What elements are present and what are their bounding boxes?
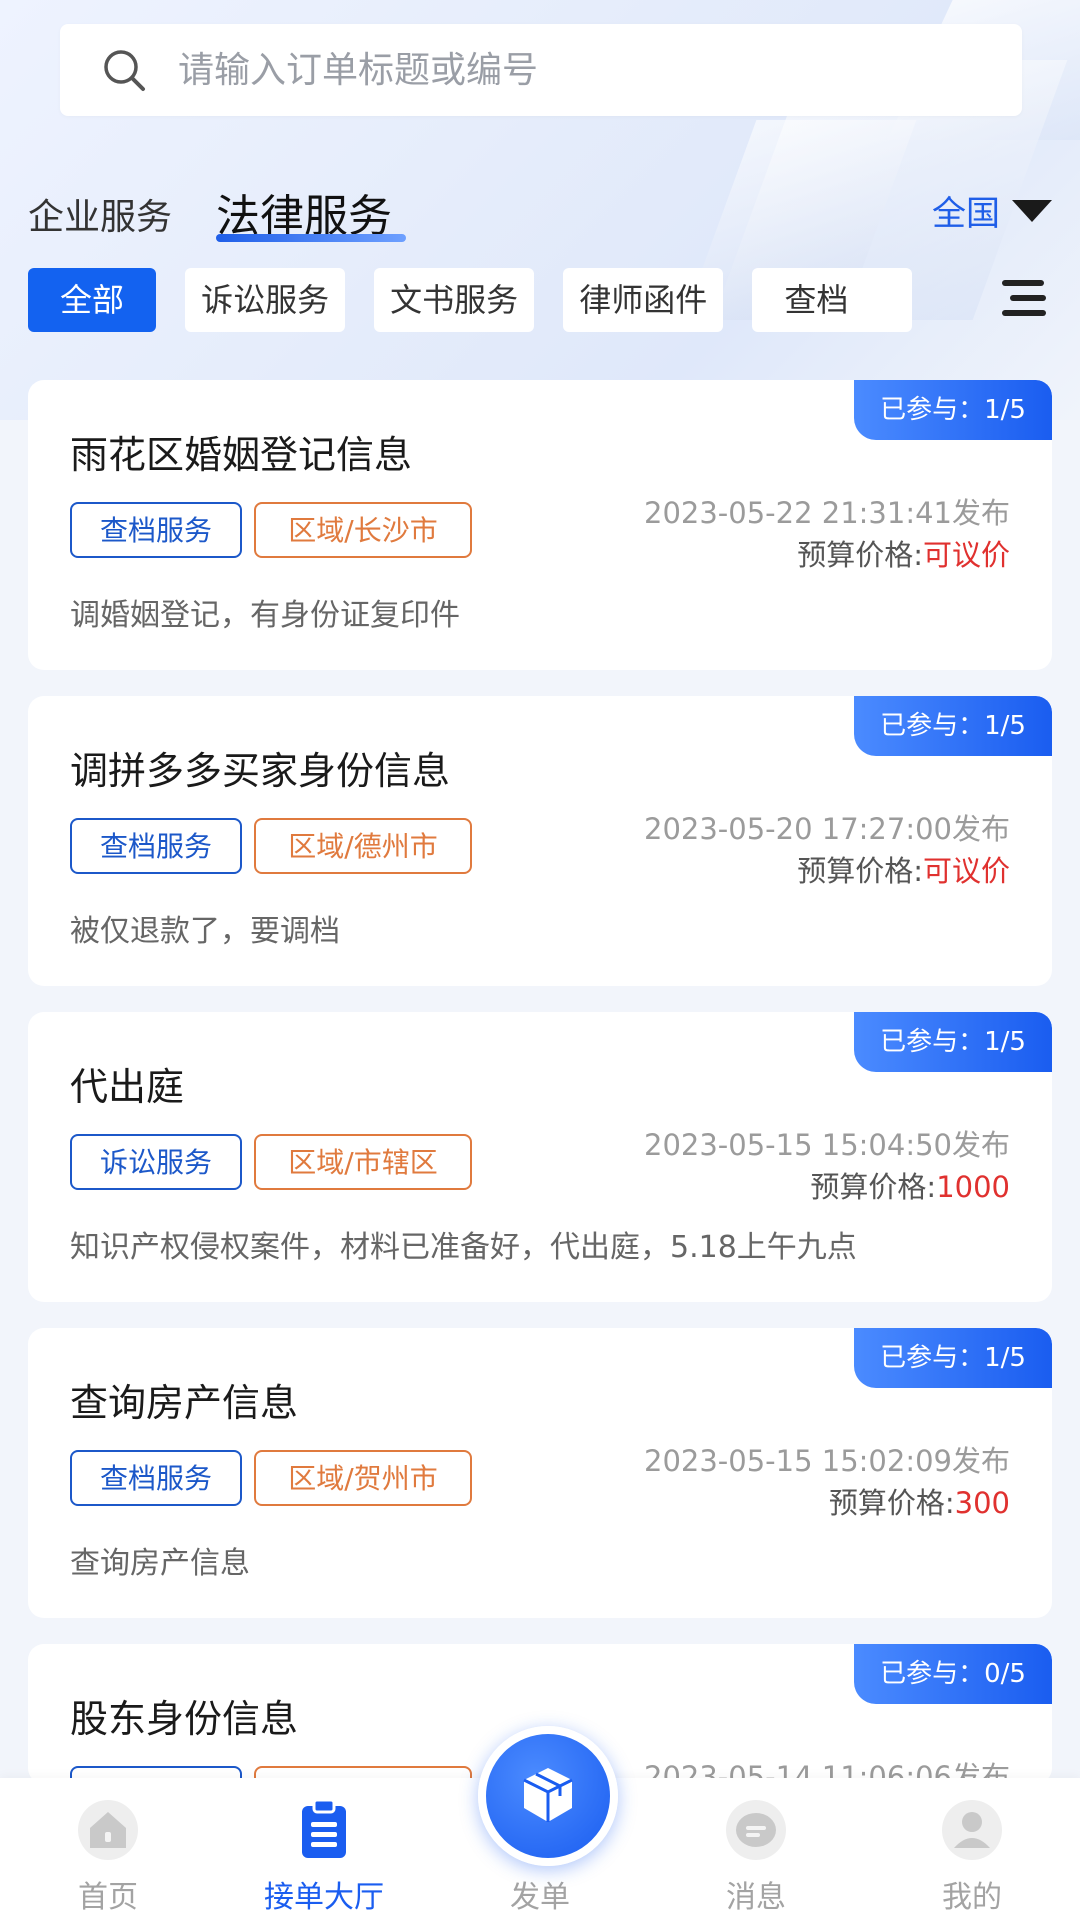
publish-time: 2023-05-15 15:02:09发布 (644, 1444, 1010, 1478)
publish-time: 2023-05-15 15:04:50发布 (644, 1128, 1010, 1162)
price-value: 可议价 (922, 854, 1010, 888)
tab-lawyer-letters[interactable]: 律师函件 (563, 268, 724, 332)
post-order-button[interactable] (478, 1726, 618, 1866)
order-card[interactable]: 已参与：1/5 代出庭 诉讼服务 区域/市辖区 2023-05-15 15:04… (28, 1012, 1052, 1302)
budget-price: 预算价格:1000 (810, 1164, 1010, 1206)
price-value: 可议价 (922, 538, 1010, 572)
service-tag: 查档服务 (70, 818, 242, 874)
tab-archive[interactable]: 查档 (752, 268, 913, 332)
category-underline (216, 234, 406, 242)
nav-home[interactable]: 首页 (0, 1778, 216, 1920)
price-value: 300 (954, 1486, 1010, 1520)
price-label: 预算价格: (810, 1170, 937, 1204)
publish-time: 2023-05-22 21:31:41发布 (644, 496, 1010, 530)
menu-icon[interactable] (1000, 278, 1048, 318)
order-title: 调拼多多买家身份信息 (70, 749, 451, 793)
price-label: 预算价格: (797, 854, 923, 888)
home-icon (78, 1800, 138, 1860)
nav-order-hall[interactable]: 接单大厅 (216, 1778, 432, 1920)
nav-label: 消息 (726, 1880, 786, 1915)
service-tag: 诉讼服务 (70, 1134, 242, 1190)
budget-price: 预算价格:可议价 (797, 532, 1010, 574)
participation-badge: 已参与：1/5 (854, 1328, 1052, 1388)
publish-time: 2023-05-20 17:27:00发布 (644, 812, 1010, 846)
package-icon (523, 1768, 573, 1822)
order-title: 查询房产信息 (70, 1381, 299, 1425)
order-title: 股东身份信息 (70, 1697, 299, 1741)
participation-badge: 已参与：1/5 (854, 380, 1052, 440)
order-description: 调婚姻登记，有身份证复印件 (70, 598, 460, 633)
message-icon (726, 1800, 786, 1860)
search-input[interactable] (176, 48, 940, 92)
participation-badge: 已参与：1/5 (854, 1012, 1052, 1072)
budget-price: 预算价格:可议价 (797, 848, 1010, 890)
order-title: 雨花区婚姻登记信息 (70, 433, 413, 477)
budget-price: 预算价格:300 (829, 1480, 1010, 1522)
participation-badge: 已参与：0/5 (854, 1644, 1052, 1704)
order-card[interactable]: 已参与：1/5 雨花区婚姻登记信息 查档服务 区域/长沙市 2023-05-22… (28, 380, 1052, 670)
clipboard-icon (302, 1798, 346, 1858)
nav-label: 接单大厅 (264, 1880, 384, 1915)
area-tag: 区域/长沙市 (254, 502, 472, 558)
search-icon (104, 50, 145, 91)
nav-label: 发单 (510, 1880, 570, 1915)
filter-tabs: 全部 诉讼服务 文书服务 律师函件 查档 (28, 268, 958, 332)
price-label: 预算价格: (828, 1486, 955, 1520)
tab-documents[interactable]: 文书服务 (374, 268, 535, 332)
order-description: 查询房产信息 (70, 1546, 250, 1581)
category-row: 企业服务 法律服务 全国 (28, 180, 1052, 242)
participation-badge: 已参与：1/5 (854, 696, 1052, 756)
nav-profile[interactable]: 我的 (864, 1778, 1080, 1920)
price-label: 预算价格: (797, 538, 923, 572)
order-title: 代出庭 (70, 1065, 185, 1109)
service-tag: 查档服务 (70, 502, 242, 558)
area-tag: 区域/德州市 (254, 818, 472, 874)
service-tag: 查档服务 (70, 1450, 242, 1506)
nav-label: 我的 (942, 1880, 1002, 1915)
order-card[interactable]: 已参与：1/5 查询房产信息 查档服务 区域/贺州市 2023-05-15 15… (28, 1328, 1052, 1618)
area-tag: 区域/贺州市 (254, 1450, 472, 1506)
search-bar[interactable] (60, 24, 1022, 116)
region-label: 全国 (932, 194, 1000, 234)
nav-messages[interactable]: 消息 (648, 1778, 864, 1920)
area-tag: 区域/市辖区 (254, 1134, 472, 1190)
caret-down-icon (1012, 199, 1052, 222)
order-description: 被仅退款了，要调档 (70, 914, 340, 949)
user-icon (942, 1800, 1002, 1860)
category-enterprise[interactable]: 企业服务 (28, 188, 172, 240)
tab-litigation[interactable]: 诉讼服务 (185, 268, 346, 332)
price-value: 1000 (936, 1170, 1010, 1204)
nav-label: 首页 (78, 1880, 138, 1915)
tab-all[interactable]: 全部 (28, 268, 156, 332)
region-selector[interactable]: 全国 (932, 186, 1052, 235)
order-card[interactable]: 已参与：1/5 调拼多多买家身份信息 查档服务 区域/德州市 2023-05-2… (28, 696, 1052, 986)
order-description: 知识产权侵权案件，材料已准备好，代出庭，5.18上午九点 (70, 1230, 857, 1265)
